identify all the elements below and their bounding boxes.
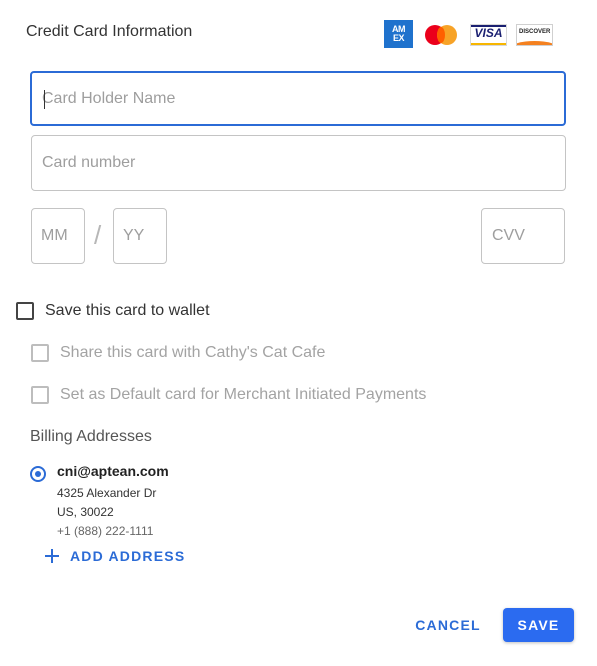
add-address-label: ADD ADDRESS <box>70 548 186 564</box>
save-to-wallet-label: Save this card to wallet <box>45 302 210 319</box>
share-card-checkbox <box>31 344 49 362</box>
cancel-button[interactable]: CANCEL <box>406 608 490 642</box>
card-holder-field[interactable] <box>30 71 566 126</box>
address-phone: +1 (888) 222-1111 <box>57 524 154 538</box>
amex-logo-icon: AM EX <box>384 20 413 48</box>
expiry-month-input[interactable] <box>32 209 84 263</box>
set-default-checkbox <box>31 386 49 404</box>
cvv-input[interactable] <box>482 209 564 263</box>
mastercard-logo-icon <box>425 25 459 45</box>
cvv-field[interactable] <box>481 208 565 264</box>
card-holder-input[interactable] <box>32 73 564 124</box>
dialog-title: Credit Card Information <box>26 23 193 40</box>
card-number-input[interactable] <box>32 136 565 190</box>
save-to-wallet-option[interactable]: Save this card to wallet <box>16 302 210 320</box>
set-default-label: Set as Default card for Merchant Initiat… <box>60 386 427 403</box>
discover-logo-icon: DISCOVER <box>516 24 553 46</box>
expiry-separator: / <box>94 220 102 250</box>
save-button[interactable]: SAVE <box>503 608 574 642</box>
address-region: US, 30022 <box>57 505 114 519</box>
address-street: 4325 Alexander Dr <box>57 486 157 500</box>
plus-icon <box>44 548 60 564</box>
billing-addresses-heading: Billing Addresses <box>30 428 152 445</box>
text-caret <box>44 90 45 109</box>
save-to-wallet-checkbox[interactable] <box>16 302 34 320</box>
visa-logo-icon: VISA <box>470 24 507 46</box>
add-address-button[interactable]: ADD ADDRESS <box>44 548 185 564</box>
share-card-label: Share this card with Cathy's Cat Cafe <box>60 344 326 361</box>
expiry-year-field[interactable] <box>113 208 167 264</box>
expiry-month-field[interactable] <box>31 208 85 264</box>
expiry-year-input[interactable] <box>114 209 166 263</box>
address-email: cni@aptean.com <box>57 463 169 479</box>
card-number-field[interactable] <box>31 135 566 191</box>
address-radio-selected[interactable] <box>30 466 46 482</box>
share-card-option: Share this card with Cathy's Cat Cafe <box>31 344 325 362</box>
set-default-option: Set as Default card for Merchant Initiat… <box>31 386 426 404</box>
